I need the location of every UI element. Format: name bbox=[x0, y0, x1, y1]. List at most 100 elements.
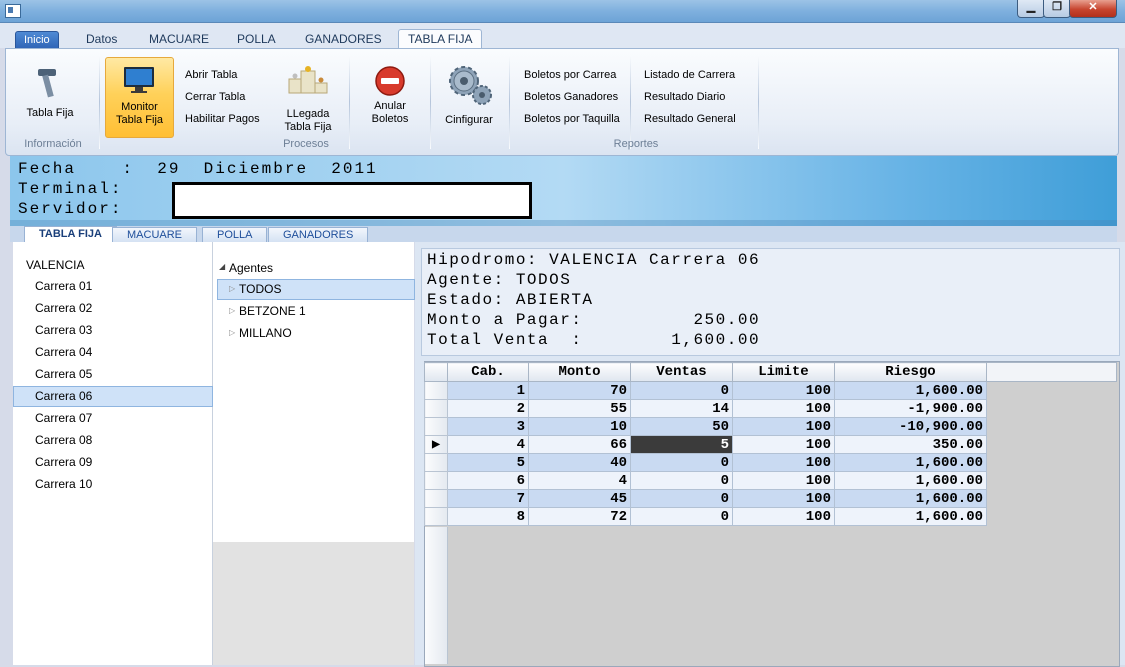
cell-cab[interactable]: 1 bbox=[447, 381, 529, 400]
expanded-arrow-icon[interactable]: ◢ bbox=[219, 262, 225, 271]
row-header[interactable] bbox=[424, 399, 448, 418]
tab-macuare[interactable]: MACUARE bbox=[140, 30, 218, 48]
cell-cab[interactable]: 8 bbox=[447, 507, 529, 526]
maximize-button[interactable]: ❐ bbox=[1043, 0, 1071, 18]
current-row-arrow-icon[interactable]: ▶ bbox=[424, 435, 448, 454]
table-row[interactable]: 3 10 50 100 -10,900.00 bbox=[424, 417, 1117, 436]
cell-ventas-selected[interactable]: 5 bbox=[630, 435, 733, 454]
column-header-cab[interactable]: Cab. bbox=[447, 362, 529, 382]
tab-tabla-fija[interactable]: TABLA FIJA bbox=[398, 29, 483, 49]
column-header-riesgo[interactable]: Riesgo bbox=[834, 362, 987, 382]
cell-riesgo[interactable]: 1,600.00 bbox=[834, 381, 987, 400]
table-row[interactable]: 6 4 0 100 1,600.00 bbox=[424, 471, 1117, 490]
carrera-item[interactable]: Carrera 01 bbox=[35, 276, 92, 296]
carrera-item-selected[interactable]: Carrera 06 bbox=[35, 386, 92, 406]
tab-datos[interactable]: Datos bbox=[77, 30, 126, 48]
cell-cab[interactable]: 5 bbox=[447, 453, 529, 472]
cell-riesgo[interactable]: 1,600.00 bbox=[834, 489, 987, 508]
cerrar-tabla-button[interactable]: Cerrar Tabla bbox=[185, 91, 245, 103]
cell-limite[interactable]: 100 bbox=[732, 507, 835, 526]
cell-limite[interactable]: 100 bbox=[732, 489, 835, 508]
cell-cab[interactable]: 6 bbox=[447, 471, 529, 490]
row-header[interactable] bbox=[424, 489, 448, 508]
cell-limite[interactable]: 100 bbox=[732, 417, 835, 436]
configurar-button[interactable]: Cinfigurar bbox=[438, 61, 500, 131]
anular-boletos-button[interactable]: Anular Boletos bbox=[361, 63, 419, 129]
cell-monto[interactable]: 10 bbox=[528, 417, 631, 436]
boletos-por-taquilla-button[interactable]: Boletos por Taquilla bbox=[524, 113, 620, 125]
carrera-item[interactable]: Carrera 10 bbox=[35, 474, 92, 494]
boletos-ganadores-button[interactable]: Boletos Ganadores bbox=[524, 91, 618, 103]
table-row-current[interactable]: ▶ 4 66 5 100 350.00 bbox=[424, 435, 1117, 454]
carrera-item[interactable]: Carrera 08 bbox=[35, 430, 92, 450]
row-header[interactable] bbox=[424, 507, 448, 526]
habilitar-pagos-button[interactable]: Habilitar Pagos bbox=[185, 113, 260, 125]
cell-riesgo[interactable]: 1,600.00 bbox=[834, 471, 987, 490]
row-header[interactable] bbox=[424, 471, 448, 490]
resultado-general-button[interactable]: Resultado General bbox=[644, 113, 736, 125]
agente-item[interactable]: MILLANO bbox=[239, 323, 292, 343]
tab-ganadores[interactable]: GANADORES bbox=[296, 30, 391, 48]
row-header[interactable] bbox=[424, 453, 448, 472]
cell-cab[interactable]: 2 bbox=[447, 399, 529, 418]
cell-ventas[interactable]: 14 bbox=[630, 399, 733, 418]
collapsed-arrow-icon[interactable]: ▷ bbox=[229, 328, 235, 337]
cell-monto[interactable]: 55 bbox=[528, 399, 631, 418]
table-row[interactable]: 2 55 14 100 -1,900.00 bbox=[424, 399, 1117, 418]
cell-cab[interactable]: 3 bbox=[447, 417, 529, 436]
minimize-button[interactable]: ▁ bbox=[1017, 0, 1045, 18]
cell-riesgo[interactable]: 350.00 bbox=[834, 435, 987, 454]
close-button[interactable]: ✕ bbox=[1069, 0, 1117, 18]
carrera-item[interactable]: Carrera 03 bbox=[35, 320, 92, 340]
cell-limite[interactable]: 100 bbox=[732, 399, 835, 418]
cell-limite[interactable]: 100 bbox=[732, 381, 835, 400]
cell-riesgo[interactable]: 1,600.00 bbox=[834, 507, 987, 526]
carrera-item[interactable]: Carrera 04 bbox=[35, 342, 92, 362]
cell-ventas[interactable]: 0 bbox=[630, 381, 733, 400]
cell-monto[interactable]: 66 bbox=[528, 435, 631, 454]
table-row[interactable]: 1 70 0 100 1,600.00 bbox=[424, 381, 1117, 400]
table-row[interactable]: 5 40 0 100 1,600.00 bbox=[424, 453, 1117, 472]
boletos-por-carrea-button[interactable]: Boletos por Carrea bbox=[524, 69, 616, 81]
carrera-item[interactable]: Carrera 05 bbox=[35, 364, 92, 384]
cell-ventas[interactable]: 50 bbox=[630, 417, 733, 436]
row-header[interactable] bbox=[424, 381, 448, 400]
table-row[interactable]: 7 45 0 100 1,600.00 bbox=[424, 489, 1117, 508]
cell-limite[interactable]: 100 bbox=[732, 453, 835, 472]
agente-item-selected[interactable]: TODOS bbox=[239, 279, 281, 299]
cell-riesgo[interactable]: -10,900.00 bbox=[834, 417, 987, 436]
cell-monto[interactable]: 4 bbox=[528, 471, 631, 490]
listado-de-carrera-button[interactable]: Listado de Carrera bbox=[644, 69, 735, 81]
column-header-ventas[interactable]: Ventas bbox=[630, 362, 733, 382]
monitor-tabla-fija-button[interactable]: Monitor Tabla Fija bbox=[105, 57, 174, 138]
cell-riesgo[interactable]: -1,900.00 bbox=[834, 399, 987, 418]
agente-item[interactable]: BETZONE 1 bbox=[239, 301, 306, 321]
cell-monto[interactable]: 72 bbox=[528, 507, 631, 526]
cell-monto[interactable]: 70 bbox=[528, 381, 631, 400]
cell-ventas[interactable]: 0 bbox=[630, 471, 733, 490]
cell-ventas[interactable]: 0 bbox=[630, 507, 733, 526]
table-row[interactable]: 8 72 0 100 1,600.00 bbox=[424, 507, 1117, 526]
section-tab-macuare[interactable]: MACUARE bbox=[112, 227, 198, 242]
carrera-item[interactable]: Carrera 02 bbox=[35, 298, 92, 318]
cell-riesgo[interactable]: 1,600.00 bbox=[834, 453, 987, 472]
cell-cab[interactable]: 4 bbox=[447, 435, 529, 454]
column-header-monto[interactable]: Monto bbox=[528, 362, 631, 382]
collapsed-arrow-icon[interactable]: ▷ bbox=[229, 306, 235, 315]
cell-limite[interactable]: 100 bbox=[732, 435, 835, 454]
tab-polla[interactable]: POLLA bbox=[228, 30, 285, 48]
hipodromo-node[interactable]: VALENCIA bbox=[26, 257, 84, 273]
llegada-tabla-fija-button[interactable]: LLegada Tabla Fija bbox=[278, 61, 338, 133]
section-tab-polla[interactable]: POLLA bbox=[202, 227, 268, 242]
section-tab-tabla-fija[interactable]: TABLA FIJA bbox=[24, 226, 117, 243]
cell-monto[interactable]: 45 bbox=[528, 489, 631, 508]
tabla-fija-button[interactable]: Tabla Fija bbox=[24, 63, 74, 123]
collapsed-arrow-icon[interactable]: ▷ bbox=[229, 284, 235, 293]
resultado-diario-button[interactable]: Resultado Diario bbox=[644, 91, 725, 103]
carrera-item[interactable]: Carrera 09 bbox=[35, 452, 92, 472]
carrera-item[interactable]: Carrera 07 bbox=[35, 408, 92, 428]
cell-cab[interactable]: 7 bbox=[447, 489, 529, 508]
agentes-root-node[interactable]: Agentes bbox=[229, 260, 273, 276]
cell-ventas[interactable]: 0 bbox=[630, 489, 733, 508]
column-header-limite[interactable]: Limite bbox=[732, 362, 835, 382]
